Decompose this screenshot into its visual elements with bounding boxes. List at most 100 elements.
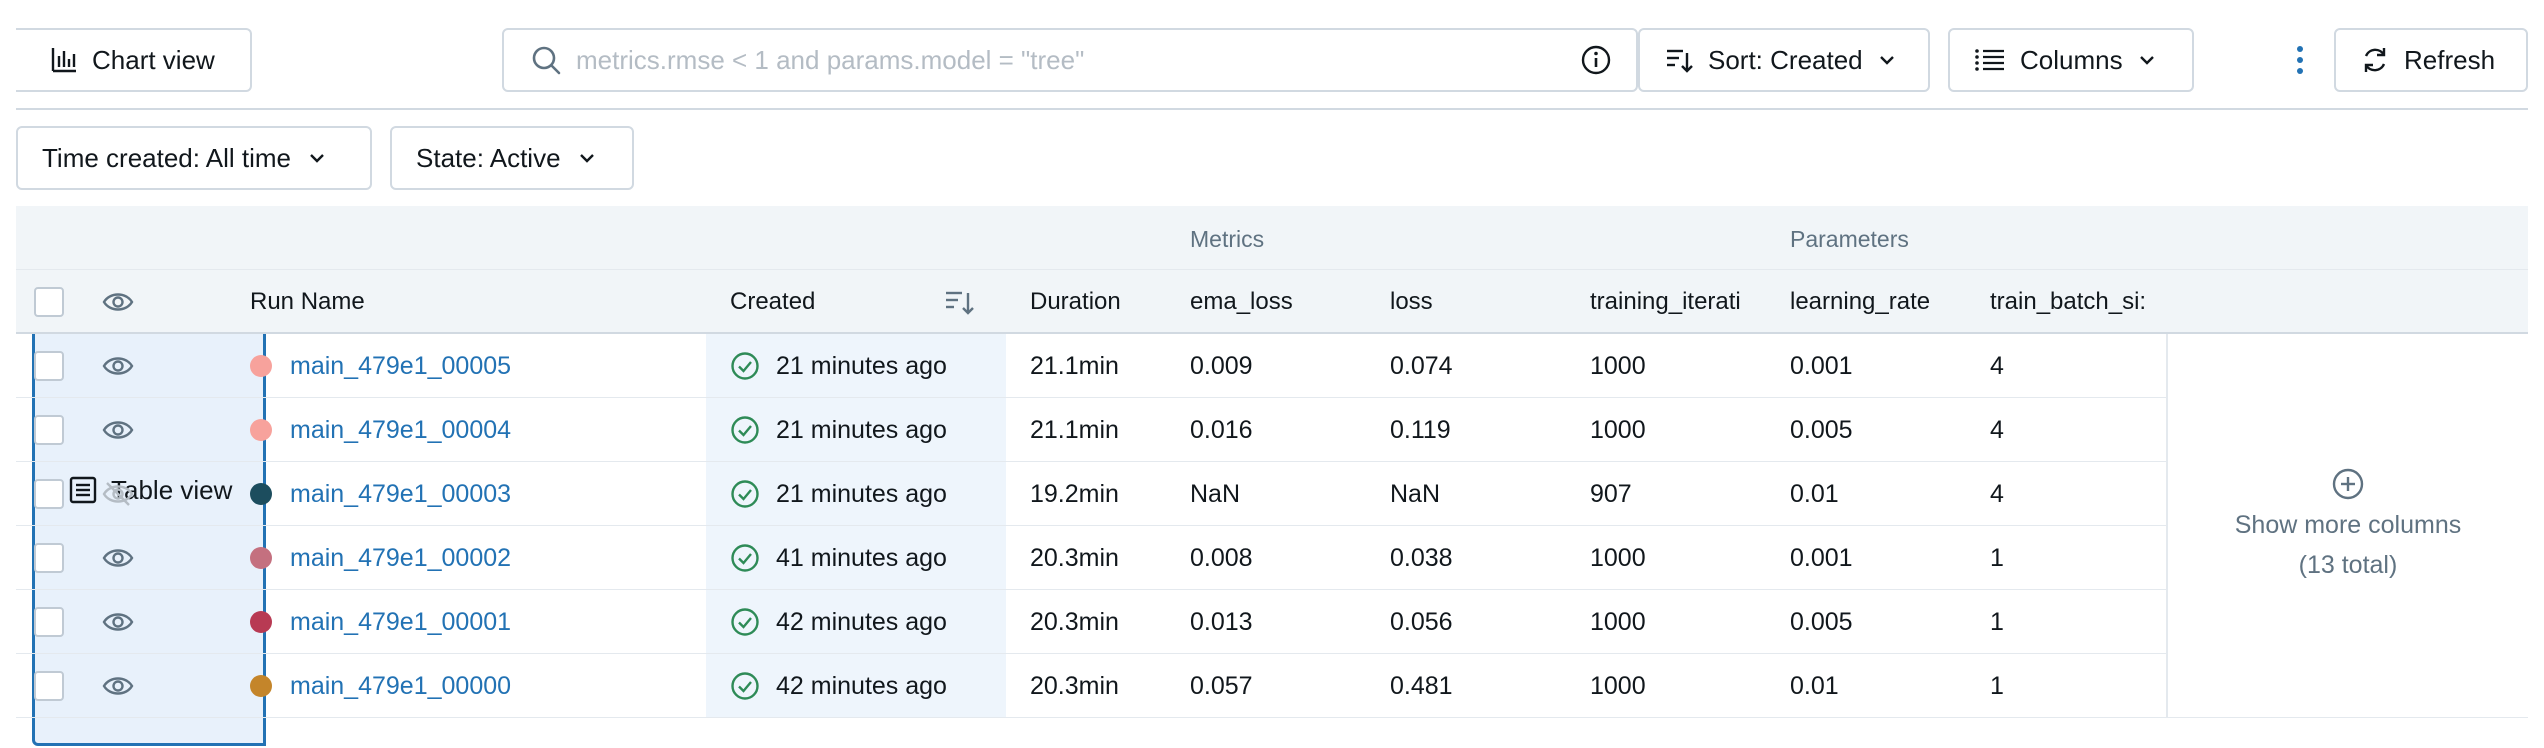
run-name-cell: main_479e1_00000 xyxy=(250,654,511,718)
run-name-link[interactable]: main_479e1_00000 xyxy=(290,672,511,701)
training-iterations-cell: 1000 xyxy=(1590,671,1646,700)
run-name-cell: main_479e1_00001 xyxy=(250,590,511,654)
sort-dropdown[interactable]: Sort: Created xyxy=(1638,28,1930,92)
search-icon xyxy=(532,46,561,75)
run-color-dot[interactable] xyxy=(250,483,272,505)
row-select-cell xyxy=(34,654,64,718)
run-name-cell: main_479e1_00002 xyxy=(250,526,511,590)
run-name-link[interactable]: main_479e1_00002 xyxy=(290,544,511,573)
row-checkbox[interactable] xyxy=(34,671,64,701)
select-all-checkbox[interactable] xyxy=(34,287,64,317)
run-color-dot[interactable] xyxy=(250,675,272,697)
loss-cell: 0.074 xyxy=(1390,351,1453,380)
info-icon[interactable] xyxy=(1580,44,1612,76)
row-checkbox[interactable] xyxy=(34,415,64,445)
row-visibility-toggle[interactable] xyxy=(102,481,134,507)
row-visibility-cell xyxy=(102,526,134,590)
runs-table: Metrics Parameters Run Name Created Dura… xyxy=(16,206,2528,718)
header-train-batch-size[interactable]: train_batch_si: xyxy=(1990,270,2164,334)
learning-rate-cell: 0.01 xyxy=(1790,671,1839,700)
duration-cell: 19.2min xyxy=(1030,479,1119,508)
row-checkbox[interactable] xyxy=(34,543,64,573)
header-duration[interactable]: Duration xyxy=(1030,270,1121,334)
header-learning-rate[interactable]: learning_rate xyxy=(1790,270,1930,334)
state-filter[interactable]: State: Active xyxy=(390,126,634,190)
table-row: main_479e1_00000 42 minutes ago 20.3min 0.0… xyxy=(16,654,2166,718)
row-visibility-toggle[interactable] xyxy=(102,547,134,569)
run-color-dot[interactable] xyxy=(250,355,272,377)
run-name-cell: main_479e1_00004 xyxy=(250,398,511,462)
train-batch-size-cell: 1 xyxy=(1990,543,2004,572)
chevron-down-icon xyxy=(2139,56,2154,65)
duration-cell: 21.1min xyxy=(1030,351,1119,380)
sort-descending-icon[interactable] xyxy=(944,287,976,317)
row-checkbox[interactable] xyxy=(34,479,64,509)
row-select-cell xyxy=(34,462,64,526)
show-more-columns-button[interactable]: Show more columns (13 total) xyxy=(2166,334,2528,718)
ema-loss-cell: 0.009 xyxy=(1190,351,1253,380)
state-label: State: Active xyxy=(416,142,561,173)
eye-icon xyxy=(102,677,134,695)
table-row: main_479e1_00001 42 minutes ago 20.3min 0.0… xyxy=(16,590,2166,654)
time-created-filter[interactable]: Time created: All time xyxy=(16,126,372,190)
list-icon xyxy=(1975,49,2004,71)
more-options-button[interactable] xyxy=(2278,38,2322,82)
search-box xyxy=(502,28,1638,92)
row-visibility-toggle[interactable] xyxy=(102,355,134,377)
training-iterations-cell: 1000 xyxy=(1590,351,1646,380)
check-circle-icon xyxy=(731,352,759,380)
columns-dropdown[interactable]: Columns xyxy=(1948,28,2194,92)
show-more-columns-label: Show more columns xyxy=(2234,510,2462,539)
learning-rate-cell: 0.001 xyxy=(1790,351,1853,380)
eye-icon xyxy=(102,549,134,567)
select-all-cell xyxy=(34,270,64,334)
created-cell: 21 minutes ago xyxy=(730,334,947,398)
run-color-dot[interactable] xyxy=(250,547,272,569)
row-visibility-toggle[interactable] xyxy=(102,675,134,697)
visibility-header xyxy=(102,270,134,334)
row-select-cell xyxy=(34,334,64,398)
run-color-dot[interactable] xyxy=(250,419,272,441)
search-input[interactable] xyxy=(576,44,1580,76)
train-batch-size-cell: 1 xyxy=(1990,607,2004,636)
duration-cell: 20.3min xyxy=(1030,671,1119,700)
refresh-button[interactable]: Refresh xyxy=(2334,28,2528,92)
train-batch-size-cell: 4 xyxy=(1990,351,2004,380)
header-training-iterations[interactable]: training_iterati xyxy=(1590,270,1780,334)
chart-view-button[interactable]: Chart view xyxy=(16,28,252,92)
check-circle-icon xyxy=(731,672,759,700)
header-loss[interactable]: loss xyxy=(1390,270,1433,334)
training-iterations-cell: 1000 xyxy=(1590,543,1646,572)
header-ema-loss[interactable]: ema_loss xyxy=(1190,270,1293,334)
header-run-name[interactable]: Run Name xyxy=(250,270,365,334)
train-batch-size-cell: 4 xyxy=(1990,479,2004,508)
row-visibility-cell xyxy=(102,462,134,526)
metrics-group-label: Metrics xyxy=(1190,226,1265,252)
row-checkbox[interactable] xyxy=(34,607,64,637)
run-color-dot[interactable] xyxy=(250,611,272,633)
train-batch-size-cell: 1 xyxy=(1990,671,2004,700)
chevron-down-icon xyxy=(579,154,594,163)
run-name-link[interactable]: main_479e1_00005 xyxy=(290,352,511,381)
table-row: main_479e1_00002 41 minutes ago 20.3min 0.0… xyxy=(16,526,2166,590)
eye-icon xyxy=(102,293,134,311)
check-circle-icon xyxy=(731,608,759,636)
table-row: main_479e1_00003 21 minutes ago 19.2min NaN… xyxy=(16,462,2166,526)
row-visibility-toggle[interactable] xyxy=(102,611,134,633)
training-iterations-cell: 1000 xyxy=(1590,607,1646,636)
run-name-link[interactable]: main_479e1_00003 xyxy=(290,480,511,509)
header-created[interactable]: Created xyxy=(730,270,998,334)
loss-cell: 0.038 xyxy=(1390,543,1453,572)
table-row: main_479e1_00004 21 minutes ago 21.1min 0.0… xyxy=(16,398,2166,462)
row-visibility-toggle[interactable] xyxy=(102,419,134,441)
eye-off-icon xyxy=(102,482,134,506)
ema-loss-cell: 0.008 xyxy=(1190,543,1253,572)
run-name-link[interactable]: main_479e1_00001 xyxy=(290,608,511,637)
loss-cell: 0.056 xyxy=(1390,607,1453,636)
table-row: main_479e1_00005 21 minutes ago 21.1min 0.0… xyxy=(16,334,2166,398)
run-name-link[interactable]: main_479e1_00004 xyxy=(290,416,511,445)
toggle-all-visibility[interactable] xyxy=(102,291,134,313)
row-checkbox[interactable] xyxy=(34,351,64,381)
loss-cell: NaN xyxy=(1390,479,1441,508)
column-group-header: Metrics Parameters xyxy=(16,206,2528,270)
